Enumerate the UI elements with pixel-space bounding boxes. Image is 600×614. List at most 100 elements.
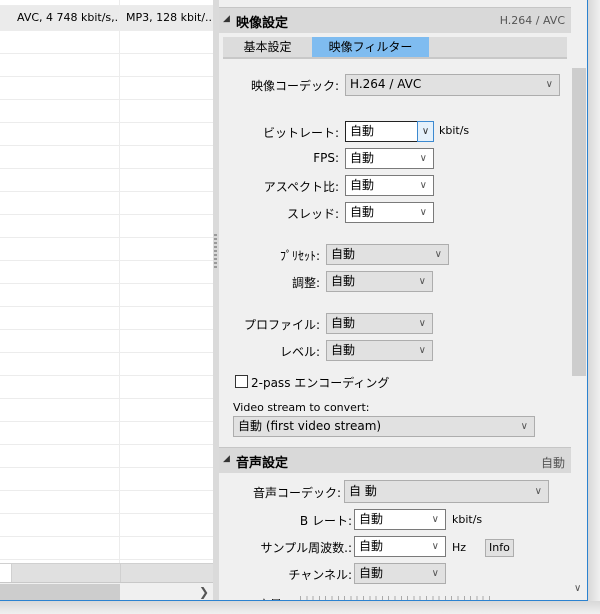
empty-list-row <box>0 238 213 261</box>
audio-bitrate-label: B レート: <box>299 514 352 528</box>
empty-list-row <box>0 100 213 123</box>
empty-list-row <box>0 192 213 215</box>
preset-select[interactable]: 自動 ∨ <box>326 244 449 265</box>
chevron-down-icon: ∨ <box>534 486 542 497</box>
channels-label: チャンネル: <box>288 568 352 582</box>
list-row-selected[interactable]: AVC, 4 748 kbit/s,... MP3, 128 kbit/... <box>0 6 213 31</box>
file-list: AVC, 2 444 kbit/s,... AVC, 4 748 kbit/s,… <box>0 0 213 600</box>
aspect-label: アスペクト比: <box>263 180 339 194</box>
empty-list-row <box>0 445 213 468</box>
window-shadow <box>0 601 600 614</box>
video-stream-select[interactable]: 自動 (first video stream) ∨ <box>233 416 535 437</box>
chevron-down-icon: ∨ <box>434 249 442 260</box>
chevron-down-icon: ∨ <box>418 318 426 329</box>
chevron-down-icon: ∨ <box>431 514 439 525</box>
level-value: 自動 <box>331 343 356 357</box>
level-label: レベル: <box>279 345 320 359</box>
tune-select[interactable]: 自動 ∨ <box>326 271 433 292</box>
audio-bitrate-unit: kbit/s <box>452 513 483 526</box>
video-codec-label: 映像コーデック: <box>250 79 339 93</box>
chevron-down-icon[interactable]: ∨ <box>417 121 434 142</box>
profile-value: 自動 <box>331 316 356 330</box>
video-codec-value: H.264 / AVC <box>350 77 422 91</box>
samplerate-combo[interactable]: 自動 ∨ <box>354 536 446 557</box>
preset-label: ﾌﾟﾘｾｯﾄ: <box>279 249 320 263</box>
audio-codec-label: 音声コーデック: <box>252 486 341 500</box>
fps-label: FPS: <box>313 151 339 165</box>
aspect-combo[interactable]: 自動 ∨ <box>345 175 434 196</box>
audio-bitrate-combo[interactable]: 自動 ∨ <box>354 509 446 530</box>
tab-video-filter[interactable]: 映像フィルター <box>312 37 429 57</box>
section-summary: 自動 <box>540 456 565 470</box>
empty-list-row <box>0 261 213 284</box>
threads-label: スレッド: <box>286 207 339 221</box>
video-stream-value: 自動 (first video stream) <box>238 419 382 433</box>
grip-icon <box>214 234 217 270</box>
audio-info-cell: MP3, 128 kbit/... <box>126 11 213 24</box>
empty-list-row <box>0 307 213 330</box>
two-pass-checkbox[interactable] <box>235 375 248 388</box>
level-select[interactable]: 自動 ∨ <box>326 340 433 361</box>
profile-label: プロファイル: <box>243 318 320 332</box>
fps-combo[interactable]: 自動 ∨ <box>345 148 434 169</box>
audio-info-cell <box>121 0 213 5</box>
chevron-down-icon: ∨ <box>418 345 426 356</box>
chevron-down-icon: ∨ <box>419 153 427 164</box>
empty-list-row <box>0 468 213 491</box>
chevron-down-icon: ∨ <box>431 541 439 552</box>
audio-codec-value: 自 動 <box>349 484 377 498</box>
empty-list-row <box>0 491 213 514</box>
empty-list-row <box>0 514 213 537</box>
bitrate-unit: kbit/s <box>439 124 470 137</box>
video-codec-select[interactable]: H.264 / AVC ∨ <box>345 74 560 96</box>
empty-list-row <box>0 77 213 100</box>
tune-label: 調整: <box>291 276 320 290</box>
two-pass-label[interactable]: 2-pass エンコーディング <box>251 374 389 391</box>
empty-list-row <box>0 330 213 353</box>
chevron-down-icon: ∨ <box>419 180 427 191</box>
collapse-triangle-icon: ◢ <box>223 454 230 464</box>
empty-list-row <box>0 376 213 399</box>
scroll-thumb[interactable] <box>572 68 586 376</box>
audio-codec-select[interactable]: 自 動 ∨ <box>344 480 549 503</box>
channels-select[interactable]: 自動 ∨ <box>354 563 446 584</box>
tab-basic-settings[interactable]: 基本設定 <box>223 37 312 57</box>
chevron-down-icon[interactable]: ∨ <box>574 583 581 594</box>
threads-value: 自動 <box>350 205 375 219</box>
chevron-down-icon: ∨ <box>418 276 426 287</box>
chevron-down-icon: ∨ <box>419 207 427 218</box>
chevron-down-icon: ∨ <box>520 421 528 432</box>
info-button[interactable]: Info <box>485 539 514 557</box>
video-settings-header[interactable]: ◢ 映像設定 H.264 / AVC <box>219 7 571 33</box>
horizontal-scrollbar[interactable]: ❯ <box>0 583 213 600</box>
threads-combo[interactable]: 自動 ∨ <box>345 202 434 223</box>
chevron-down-icon: ∨ <box>431 568 439 579</box>
preset-value: 自動 <box>331 247 356 261</box>
stream-label: Video stream to convert: <box>233 401 370 414</box>
samplerate-value: 自動 <box>359 539 384 553</box>
window-shadow <box>588 0 600 614</box>
bitrate-combo[interactable]: 自動 ∨ <box>345 121 434 142</box>
chevron-right-icon[interactable]: ❯ <box>199 583 209 600</box>
converter-window: AVC, 2 444 kbit/s,... AVC, 4 748 kbit/s,… <box>0 0 588 601</box>
empty-list-row <box>0 123 213 146</box>
settings-pane: ◢ 映像設定 H.264 / AVC 基本設定 映像フィルター 映像コーデック:… <box>219 0 571 600</box>
audio-bitrate-value: 自動 <box>359 512 384 526</box>
video-tabs: 基本設定 映像フィルター <box>223 37 567 59</box>
samplerate-unit: Hz <box>452 541 467 554</box>
aspect-value: 自動 <box>350 178 375 192</box>
channels-value: 自動 <box>359 566 384 580</box>
fps-value: 自動 <box>350 151 375 165</box>
profile-select[interactable]: 自動 ∨ <box>326 313 433 334</box>
audio-settings-header[interactable]: ◢ 音声設定 自動 <box>219 447 571 473</box>
section-title: 音声設定 <box>236 456 289 471</box>
section-summary: H.264 / AVC <box>499 14 565 27</box>
tune-value: 自動 <box>331 274 356 288</box>
collapse-triangle-icon: ◢ <box>223 14 230 24</box>
scroll-thumb[interactable] <box>0 584 120 600</box>
bitrate-label: ビットレート: <box>262 126 339 140</box>
vertical-scrollbar[interactable]: ∨ <box>571 0 587 600</box>
empty-list-row <box>0 399 213 422</box>
chevron-down-icon: ∨ <box>545 79 553 90</box>
list-footer <box>0 563 213 583</box>
